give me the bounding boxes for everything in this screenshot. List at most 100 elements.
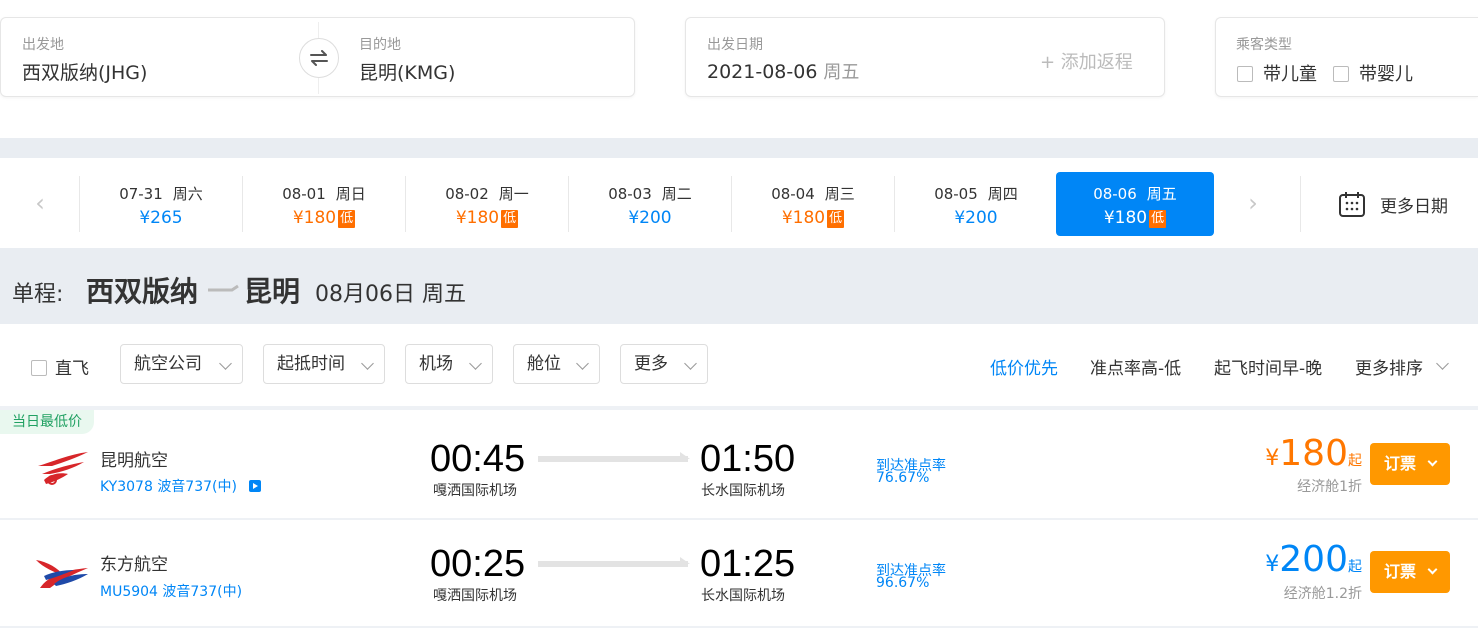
departure-time: 00:25 xyxy=(430,543,526,585)
date-strip: ‹ 07-31 周六 ¥265 08-01 周日 ¥180 低 08-02 周一 ¥18… xyxy=(0,158,1478,248)
airline-filter[interactable]: 航空公司 xyxy=(120,344,243,384)
date-option-price: ¥265 xyxy=(139,208,183,228)
swap-button[interactable] xyxy=(299,38,339,78)
flight-info[interactable]: MU5904 波音737(中) xyxy=(100,581,242,601)
more-dates-button[interactable]: 更多日期 xyxy=(1338,190,1448,218)
flight-number: MU5904 波音737(中) xyxy=(100,584,243,600)
child-checkbox[interactable] xyxy=(1237,66,1253,82)
airline-filter-label: 航空公司 xyxy=(134,354,202,374)
book-button-label: 订票 xyxy=(1384,454,1417,473)
lowest-price-badge: 当日最低价 xyxy=(0,410,94,434)
price-from-suffix: 起 xyxy=(1348,559,1362,575)
date-option-price: ¥180 xyxy=(455,208,500,228)
flight-row[interactable]: 当日最低价 昆明航空 KY3078 波音737(中) 00:45 嘎洒国际机场 … xyxy=(0,410,1478,520)
china-eastern-logo xyxy=(36,560,88,588)
chevron-down-icon xyxy=(1427,456,1438,467)
date-option-date: 08-01 xyxy=(282,185,326,203)
play-icon[interactable] xyxy=(248,480,261,492)
direct-flight-checkbox[interactable] xyxy=(31,360,47,376)
divider xyxy=(242,176,243,232)
date-label: 出发日期 xyxy=(707,37,763,53)
date-option[interactable]: 08-05 周四 ¥200 xyxy=(897,172,1055,236)
date-option-price: ¥200 xyxy=(628,208,672,228)
ontime-rate-value: 76.67% xyxy=(876,470,930,486)
date-option-date: 08-02 xyxy=(445,185,489,203)
more-filter[interactable]: 更多 xyxy=(620,344,708,384)
sort-low-price[interactable]: 低价优先 xyxy=(990,354,1058,379)
date-option[interactable]: 08-04 周三 ¥180 低 xyxy=(734,172,892,236)
flight-arrow xyxy=(538,557,690,567)
date-box[interactable]: 出发日期 2021-08-06 周五 + 添加返程 xyxy=(685,17,1165,97)
title-to-city: 昆明 xyxy=(244,275,301,308)
date-option-weekday: 周二 xyxy=(661,185,692,203)
from-label: 出发地 xyxy=(22,37,64,53)
price-from-suffix: 起 xyxy=(1348,453,1362,469)
with-child-option[interactable]: 带儿童 xyxy=(1237,60,1317,86)
divider xyxy=(405,176,406,232)
next-dates-button[interactable]: › xyxy=(1243,188,1263,218)
title-date: 08月06日 周五 xyxy=(315,282,466,307)
currency-symbol: ¥ xyxy=(1265,446,1280,471)
date-option-date: 08-06 xyxy=(1093,185,1137,203)
to-field[interactable]: 昆明(KMG) xyxy=(359,58,455,85)
with-infant-option[interactable]: 带婴儿 xyxy=(1333,60,1413,86)
date-option-price: ¥180 xyxy=(1103,208,1148,228)
date-option-weekday: 周六 xyxy=(172,185,203,203)
flight-info[interactable]: KY3078 波音737(中) xyxy=(100,476,261,496)
trip-type-label: 单程: xyxy=(12,282,64,307)
cabin-filter-label: 舱位 xyxy=(527,354,561,374)
divider xyxy=(79,176,80,232)
sort-departure[interactable]: 起飞时间早-晚 xyxy=(1214,354,1322,379)
flight-row[interactable]: 东方航空 MU5904 波音737(中) 00:25 嘎洒国际机场 01:25 … xyxy=(0,520,1478,628)
more-dates-label: 更多日期 xyxy=(1380,196,1448,217)
date-option[interactable]: 07-31 周六 ¥265 xyxy=(82,172,240,236)
chevron-down-icon xyxy=(1436,357,1449,370)
date-option[interactable]: 08-03 周二 ¥200 xyxy=(571,172,729,236)
book-button[interactable]: 订票 xyxy=(1370,551,1450,593)
date-option[interactable]: 08-02 周一 ¥180 低 xyxy=(408,172,566,236)
date-option-date: 07-31 xyxy=(119,185,163,203)
divider xyxy=(568,176,569,232)
date-field[interactable]: 2021-08-06 周五 xyxy=(707,58,859,84)
date-option[interactable]: 08-01 周日 ¥180 低 xyxy=(245,172,403,236)
flight-number: KY3078 波音737(中) xyxy=(100,479,237,495)
passenger-type-box: 乘客类型 带儿童 带婴儿 xyxy=(1215,17,1478,97)
time-filter[interactable]: 起抵时间 xyxy=(263,344,385,384)
more-sort-label: 更多排序 xyxy=(1355,359,1423,379)
cabin-discount: 经济舱1.2折 xyxy=(1283,586,1362,602)
low-price-tag: 低 xyxy=(338,210,356,228)
add-return-button[interactable]: + 添加返程 xyxy=(1040,48,1133,74)
date-option-price: ¥200 xyxy=(954,208,998,228)
airport-filter[interactable]: 机场 xyxy=(405,344,493,384)
price-value: 180 xyxy=(1279,433,1348,474)
search-area: 出发地 西双版纳(JHG) 目的地 昆明(KMG) 出发日期 2021-08-0… xyxy=(0,0,1478,138)
date-option-weekday: 周五 xyxy=(1146,185,1177,203)
departure-airport: 嘎洒国际机场 xyxy=(433,483,517,499)
direct-flight-label: 直飞 xyxy=(55,359,89,379)
cabin-filter[interactable]: 舱位 xyxy=(513,344,600,384)
date-option-price: ¥180 xyxy=(292,208,337,228)
date-option-date: 08-05 xyxy=(934,185,978,203)
date-option-date: 08-04 xyxy=(771,185,815,203)
route-title: 单程: 西双版纳 昆明 08月06日 周五 xyxy=(0,248,1478,324)
low-price-tag: 低 xyxy=(1149,210,1167,228)
date-option-selected[interactable]: 08-06 周五 ¥180 低 xyxy=(1056,172,1214,236)
price: ¥200起 xyxy=(1265,540,1362,587)
more-sort-button[interactable]: 更多排序 xyxy=(1355,354,1449,379)
chevron-down-icon xyxy=(1427,564,1438,575)
chevron-down-icon xyxy=(684,357,697,370)
date-option-weekday: 周日 xyxy=(335,185,366,203)
sort-ontime[interactable]: 准点率高-低 xyxy=(1090,354,1181,379)
direct-flight-filter[interactable]: 直飞 xyxy=(31,354,89,379)
filter-bar: 直飞 航空公司 起抵时间 机场 舱位 更多 低价优先 准点率高-低 起飞时间早-… xyxy=(0,324,1478,406)
prev-dates-button[interactable]: ‹ xyxy=(30,188,50,218)
chevron-down-icon xyxy=(469,357,482,370)
arrival-time: 01:50 xyxy=(700,438,796,480)
more-filter-label: 更多 xyxy=(634,354,668,374)
infant-checkbox[interactable] xyxy=(1333,66,1349,82)
book-button[interactable]: 订票 xyxy=(1370,443,1450,485)
from-field[interactable]: 西双版纳(JHG) xyxy=(22,58,147,85)
time-filter-label: 起抵时间 xyxy=(277,354,345,374)
divider xyxy=(731,176,732,232)
ontime-rate-value: 96.67% xyxy=(876,575,930,591)
